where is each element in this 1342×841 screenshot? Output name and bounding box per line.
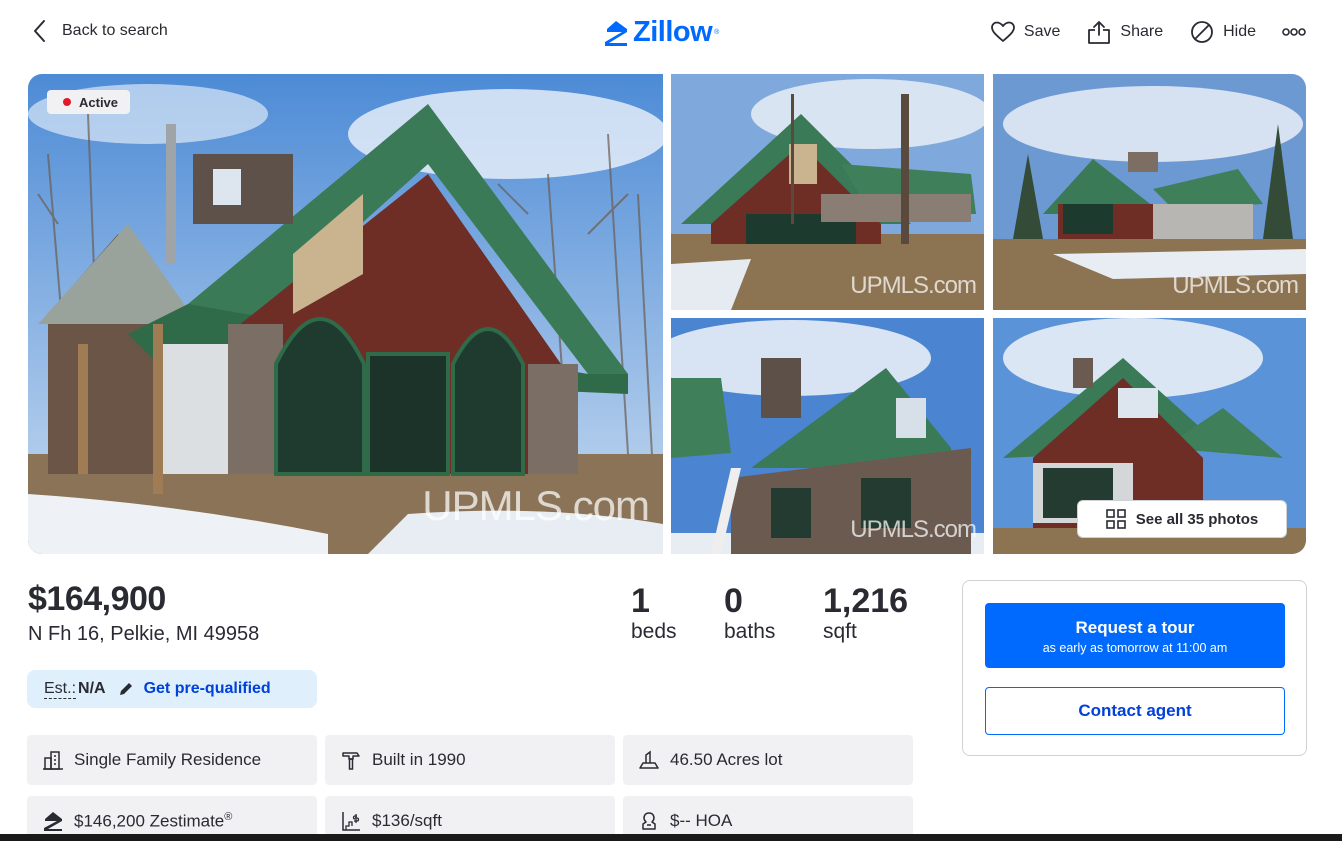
listing-actions: Save Share Hide <box>990 16 1342 48</box>
see-all-photos-button[interactable]: See all 35 photos <box>1077 500 1287 538</box>
registered-mark: ® <box>714 29 720 36</box>
share-label: Share <box>1120 23 1164 40</box>
fact-home-type: Single Family Residence <box>27 735 317 785</box>
hammer-icon <box>342 752 360 770</box>
status-dot <box>63 98 71 106</box>
watermark: UPMLS.com <box>850 272 977 299</box>
beds-value: 1 <box>631 582 650 620</box>
contact-card: Request a tour as early as tomorrow at 1… <box>962 580 1307 756</box>
estimate-label[interactable]: Est.: <box>44 680 77 699</box>
baths-stat: 0 baths <box>724 582 775 644</box>
gallery-photo-1[interactable]: UPMLS.com <box>671 74 984 310</box>
share-button[interactable]: Share <box>1086 19 1163 45</box>
see-all-photos-label: See all 35 photos <box>1135 510 1259 528</box>
fact-lot-size: 46.50 Acres lot <box>623 735 913 785</box>
zillow-logo[interactable]: Zillow ® <box>603 16 719 49</box>
beds-label: beds <box>631 620 677 643</box>
sqft-stat: 1,216 sqft <box>823 582 908 644</box>
hide-label: Hide <box>1223 23 1256 40</box>
top-header: Back to search Zillow ® Save Share Hide <box>0 0 1342 64</box>
pencil-icon <box>119 683 132 695</box>
zestimate-registered-mark: ® <box>224 810 233 823</box>
watermark: UPMLS.com <box>1172 272 1299 299</box>
share-icon <box>1088 21 1111 44</box>
sqft-label: sqft <box>823 620 857 643</box>
back-to-search-label: Back to search <box>62 22 168 39</box>
request-tour-title: Request a tour <box>1075 618 1195 637</box>
bottom-edge-bar <box>0 834 1342 841</box>
status-badge: Active <box>47 90 131 114</box>
sqft-value: 1,216 <box>823 582 909 620</box>
zestimate-text: $146,200 Zestimate <box>74 811 225 831</box>
fact-year-built-label: Built in 1990 <box>372 750 466 769</box>
fact-lot-size-label: 46.50 Acres lot <box>670 750 783 769</box>
beds-stat: 1 beds <box>631 582 677 644</box>
contact-agent-button[interactable]: Contact agent <box>985 687 1285 735</box>
zillow-wordmark: Zillow <box>633 16 713 48</box>
watermark: UPMLS.com <box>850 516 977 543</box>
lot-icon <box>639 750 659 769</box>
back-to-search-button[interactable]: Back to search <box>30 18 168 44</box>
listing-address: N Fh 16, Pelkie, MI 49958 <box>28 623 260 645</box>
estimate-value: N/A <box>78 680 106 697</box>
gallery-photo-4[interactable]: See all 35 photos <box>993 318 1306 554</box>
status-label: Active <box>79 94 119 110</box>
heart-icon <box>991 21 1015 42</box>
zillow-house-icon <box>605 20 627 46</box>
hide-icon <box>1191 21 1213 43</box>
grid-icon <box>1105 509 1126 529</box>
hide-button[interactable]: Hide <box>1189 19 1256 45</box>
photo-gallery: Active UPMLS.com UPMLS.com UPMLS.com UPM… <box>28 74 1306 554</box>
request-tour-button[interactable]: Request a tour as early as tomorrow at 1… <box>985 603 1285 668</box>
get-prequalified-link[interactable]: Get pre-qualified <box>144 680 271 698</box>
price-per-sqft-icon <box>342 812 360 831</box>
listing-price: $164,900 <box>28 580 166 618</box>
fact-hoa-label: $-- HOA <box>670 811 733 830</box>
save-button[interactable]: Save <box>990 19 1060 45</box>
hoa-icon <box>642 812 656 830</box>
save-label: Save <box>1023 23 1061 40</box>
chevron-left-icon <box>34 20 45 42</box>
baths-value: 0 <box>724 582 743 620</box>
zestimate-icon <box>44 812 62 831</box>
baths-label: baths <box>724 620 776 643</box>
more-dots-icon <box>1282 28 1306 36</box>
watermark: UPMLS.com <box>422 482 650 529</box>
more-options-button[interactable] <box>1282 27 1306 37</box>
fact-year-built: Built in 1990 <box>325 735 615 785</box>
fact-home-type-label: Single Family Residence <box>74 750 262 769</box>
gallery-photo-3[interactable]: UPMLS.com <box>671 318 984 554</box>
estimate-banner: Est.: N/A Get pre-qualified <box>27 670 317 708</box>
request-tour-subtitle: as early as tomorrow at 11:00 am <box>1042 641 1228 655</box>
building-icon <box>43 751 63 770</box>
fact-zestimate-label: $146,200 Zestimate® <box>74 811 232 832</box>
fact-price-per-sqft-label: $136/sqft <box>372 811 442 830</box>
main-photo[interactable]: Active UPMLS.com <box>28 74 663 554</box>
gallery-photo-2[interactable]: UPMLS.com <box>993 74 1306 310</box>
